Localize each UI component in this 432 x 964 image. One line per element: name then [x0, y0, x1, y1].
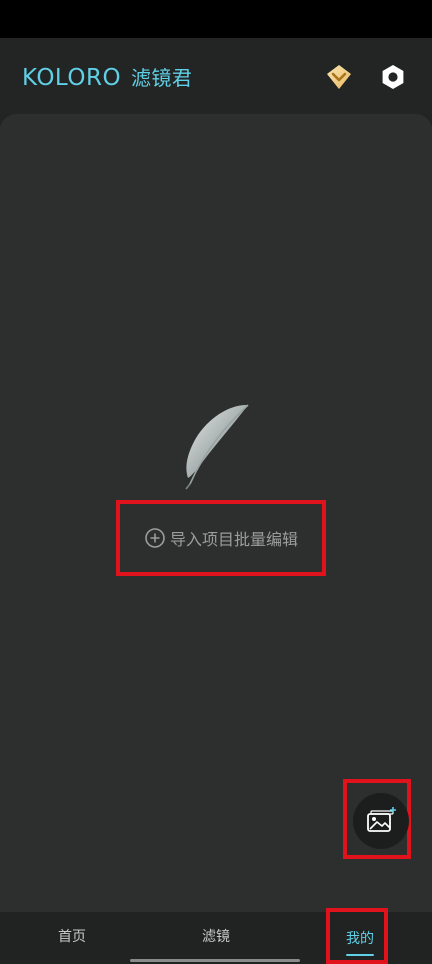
- app-title-cn: 滤镜君: [130, 66, 193, 90]
- import-label: 导入项目批量编辑: [169, 530, 298, 549]
- nav-home[interactable]: 首页: [58, 926, 86, 946]
- nav-filters[interactable]: 滤镜: [202, 926, 230, 946]
- active-tab-indicator: [346, 954, 374, 956]
- settings-button[interactable]: [376, 60, 410, 94]
- import-projects-button[interactable]: 导入项目批量编辑: [116, 500, 326, 576]
- vip-button[interactable]: [322, 60, 356, 94]
- app-title: KOLORO 滤镜君: [22, 62, 192, 91]
- app-title-en: KOLORO: [22, 65, 122, 91]
- app-header: KOLORO 滤镜君: [0, 38, 432, 114]
- settings-icon: [382, 65, 404, 89]
- add-image-icon: [367, 807, 396, 832]
- home-indicator: [130, 959, 300, 962]
- vip-diamond-icon: [327, 65, 351, 89]
- nav-mine-label: 我的: [346, 931, 374, 947]
- plus-circle-icon: [145, 528, 165, 548]
- nav-mine[interactable]: 我的: [326, 908, 388, 964]
- status-bar: [0, 0, 432, 38]
- feather-icon: [185, 404, 249, 490]
- fab-highlight: [343, 779, 411, 859]
- add-image-button[interactable]: [353, 793, 409, 849]
